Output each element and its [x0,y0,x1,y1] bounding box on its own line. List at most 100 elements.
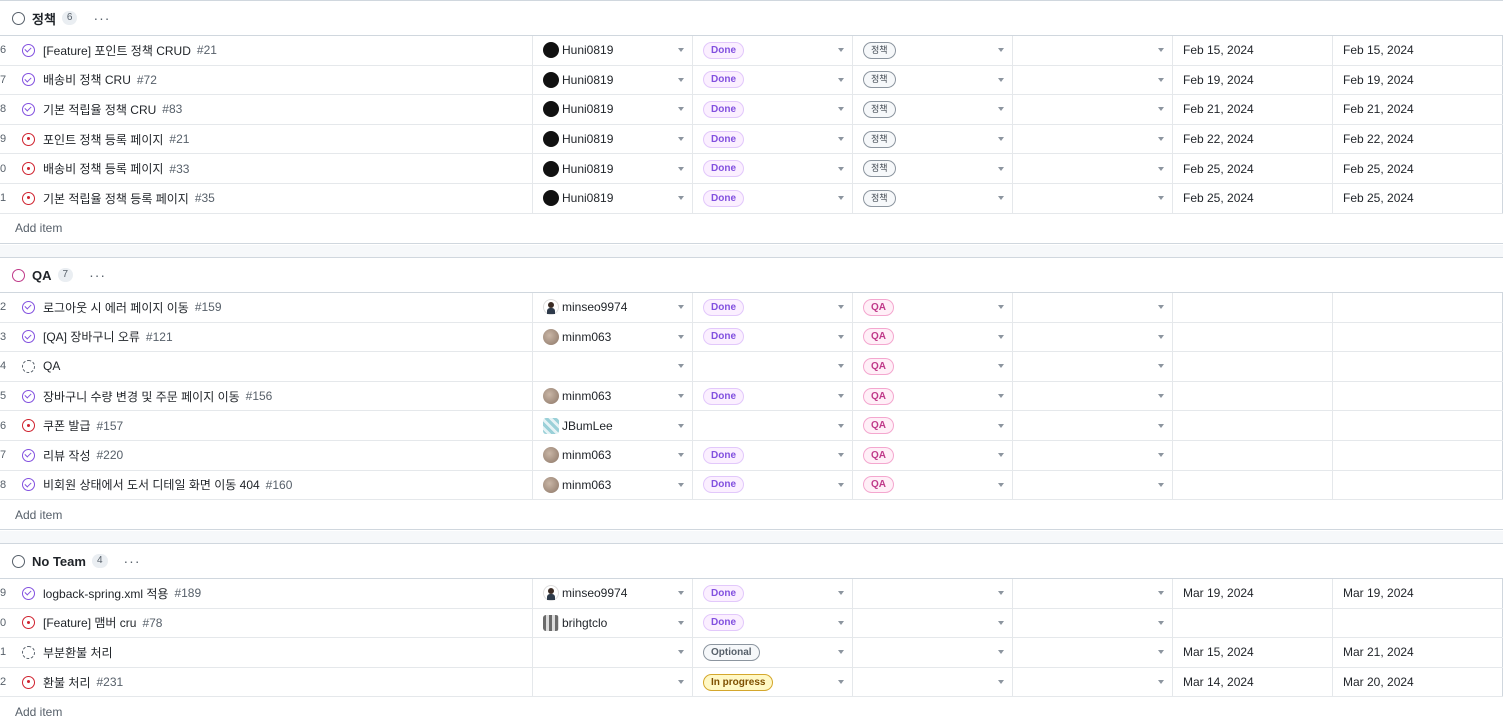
chevron-down-icon[interactable] [678,166,684,171]
chevron-down-icon[interactable] [678,394,684,399]
issue-title[interactable]: 쿠폰 발급 [43,417,91,434]
start-date-cell[interactable]: Feb 25, 2024 [1173,183,1333,213]
chevron-down-icon[interactable] [1158,334,1164,339]
issue-title[interactable]: 기본 적립율 정책 CRU [43,101,156,118]
chevron-down-icon[interactable] [1158,166,1164,171]
chevron-down-icon[interactable] [678,305,684,310]
start-date-cell[interactable] [1173,352,1333,381]
field-cell[interactable] [1013,667,1173,697]
issue-title[interactable]: 환불 처리 [43,674,91,691]
chevron-down-icon[interactable] [998,107,1004,112]
team-cell[interactable]: 정책 [853,154,1013,183]
field-cell[interactable] [1013,36,1173,65]
chevron-down-icon[interactable] [838,305,844,310]
issue-title[interactable]: [QA] 장바구니 오류 [43,328,140,345]
chevron-down-icon[interactable] [998,196,1004,201]
status-cell[interactable]: Done [693,608,853,638]
chevron-down-icon[interactable] [998,166,1004,171]
issue-title[interactable]: QA [43,359,60,373]
chevron-down-icon[interactable] [998,591,1004,596]
issue-title[interactable]: 장바구니 수량 변경 및 주문 페이지 이동 [43,388,240,405]
title-cell[interactable]: 기본 적립율 정책 등록 페이지 #35 [12,183,533,213]
start-date-cell[interactable]: Mar 19, 2024 [1173,579,1333,608]
end-date-cell[interactable]: Feb 21, 2024 [1333,95,1503,124]
team-cell[interactable]: QA [853,322,1013,352]
end-date-cell[interactable] [1333,608,1503,638]
end-date-cell[interactable] [1333,411,1503,440]
title-cell[interactable]: 환불 처리 #231 [12,667,533,697]
assignee-cell[interactable]: minm063 [533,440,693,470]
team-cell[interactable] [853,667,1013,697]
team-cell[interactable]: QA [853,411,1013,440]
chevron-down-icon[interactable] [998,137,1004,142]
end-date-cell[interactable] [1333,381,1503,411]
chevron-down-icon[interactable] [678,453,684,458]
end-date-cell[interactable]: Feb 25, 2024 [1333,183,1503,213]
chevron-down-icon[interactable] [838,591,844,596]
team-cell[interactable]: QA [853,381,1013,411]
assignee-cell[interactable]: minm063 [533,381,693,411]
team-cell[interactable]: 정책 [853,124,1013,154]
start-date-cell[interactable]: Feb 19, 2024 [1173,65,1333,95]
chevron-down-icon[interactable] [1158,620,1164,625]
add-item-button[interactable]: Add item [0,697,1503,726]
start-date-cell[interactable] [1173,322,1333,352]
status-cell[interactable]: Done [693,95,853,124]
title-cell[interactable]: 부분환불 처리 [12,638,533,667]
chevron-down-icon[interactable] [998,620,1004,625]
table-row[interactable]: 9 포인트 정책 등록 페이지 #21 Huni0819 Done 정책 Feb 22, 2… [0,124,1503,155]
field-cell[interactable] [1013,95,1173,124]
status-cell[interactable]: Done [693,293,853,322]
title-cell[interactable]: 배송비 정책 CRU #72 [12,65,533,95]
assignee-cell[interactable]: Huni0819 [533,36,693,65]
end-date-cell[interactable]: Mar 19, 2024 [1333,579,1503,608]
chevron-down-icon[interactable] [838,423,844,428]
start-date-cell[interactable]: Mar 15, 2024 [1173,638,1333,667]
more-options-icon[interactable]: ··· [89,267,106,283]
chevron-down-icon[interactable] [998,305,1004,310]
more-options-icon[interactable]: ··· [93,10,110,26]
status-cell[interactable] [693,352,853,381]
issue-title[interactable]: 부분환불 처리 [43,644,113,661]
chevron-down-icon[interactable] [1158,591,1164,596]
field-cell[interactable] [1013,579,1173,608]
end-date-cell[interactable]: Feb 22, 2024 [1333,124,1503,154]
issue-title[interactable]: 배송비 정책 등록 페이지 [43,160,163,177]
chevron-down-icon[interactable] [1158,394,1164,399]
start-date-cell[interactable] [1173,293,1333,322]
issue-title[interactable]: 로그아웃 시 에러 페이지 이동 [43,299,189,316]
assignee-cell[interactable] [533,638,693,667]
chevron-down-icon[interactable] [678,680,684,685]
chevron-down-icon[interactable] [998,650,1004,655]
end-date-cell[interactable] [1333,322,1503,352]
field-cell[interactable] [1013,470,1173,500]
chevron-down-icon[interactable] [678,334,684,339]
field-cell[interactable] [1013,608,1173,638]
table-row[interactable]: 7 배송비 정책 CRU #72 Huni0819 Done 정책 Feb 19, 2024… [0,65,1503,96]
chevron-down-icon[interactable] [1158,364,1164,369]
assignee-cell[interactable]: minseo9974 [533,579,693,608]
field-cell[interactable] [1013,65,1173,95]
field-cell[interactable] [1013,154,1173,183]
chevron-down-icon[interactable] [998,364,1004,369]
group-header[interactable]: No Team 4 ··· [0,543,1503,579]
start-date-cell[interactable]: Feb 21, 2024 [1173,95,1333,124]
status-cell[interactable] [693,411,853,440]
chevron-down-icon[interactable] [998,77,1004,82]
table-row[interactable]: 6 [Feature] 포인트 정책 CRUD #21 Huni0819 Done 정책 F… [0,36,1503,66]
end-date-cell[interactable]: Feb 25, 2024 [1333,154,1503,183]
chevron-down-icon[interactable] [678,650,684,655]
issue-title[interactable]: 비회원 상태에서 도서 디테일 화면 이동 404 [43,476,260,493]
table-row[interactable]: 0 배송비 정책 등록 페이지 #33 Huni0819 Done 정책 Feb 25, 2… [0,154,1503,184]
chevron-down-icon[interactable] [998,334,1004,339]
chevron-down-icon[interactable] [998,482,1004,487]
chevron-down-icon[interactable] [678,77,684,82]
table-row[interactable]: 5 장바구니 수량 변경 및 주문 페이지 이동 #156 minm063 Done QA [0,381,1503,412]
title-cell[interactable]: [Feature] 맴버 cru #78 [12,608,533,638]
table-row[interactable]: 4 QA QA [0,352,1503,382]
title-cell[interactable]: 로그아웃 시 에러 페이지 이동 #159 [12,293,533,322]
status-cell[interactable]: Done [693,381,853,411]
status-cell[interactable]: Done [693,154,853,183]
table-row[interactable]: 8 기본 적립율 정책 CRU #83 Huni0819 Done 정책 Feb 21, 2… [0,95,1503,125]
more-options-icon[interactable]: ··· [124,553,141,569]
